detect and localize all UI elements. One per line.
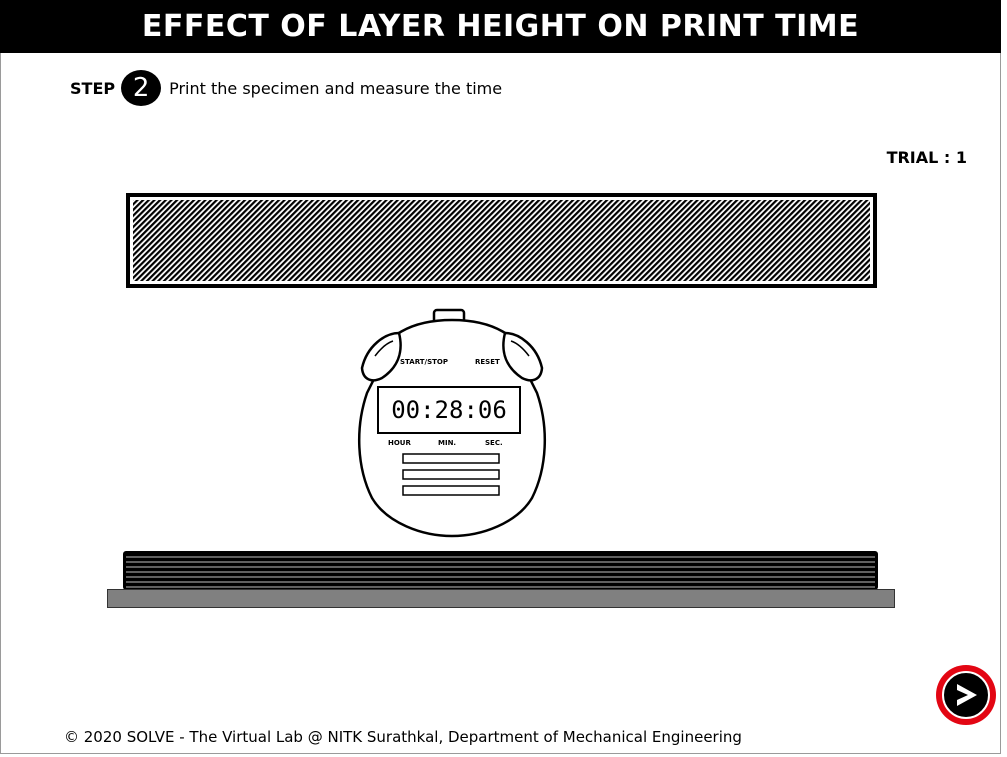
reset-label: RESET bbox=[475, 358, 500, 366]
next-button[interactable] bbox=[936, 665, 996, 725]
print-bed bbox=[107, 589, 895, 608]
trial-indicator: TRIAL : 1 bbox=[886, 148, 967, 167]
footer-copyright: © 2020 SOLVE - The Virtual Lab @ NITK Su… bbox=[64, 728, 742, 746]
printed-specimen bbox=[126, 193, 877, 288]
step-instruction: STEP 2 Print the specimen and measure th… bbox=[70, 70, 502, 106]
step-number-badge: 2 bbox=[121, 70, 162, 106]
step-text: Print the specimen and measure the time bbox=[169, 78, 503, 98]
hour-label: HOUR bbox=[388, 439, 411, 447]
page-title: EFFECT OF LAYER HEIGHT ON PRINT TIME bbox=[0, 0, 1001, 53]
start-stop-label: START/STOP bbox=[400, 358, 448, 366]
chevron-right-icon bbox=[957, 684, 977, 706]
min-label: MIN. bbox=[438, 439, 457, 447]
sec-label: SEC. bbox=[485, 439, 503, 447]
step-label: STEP bbox=[70, 78, 116, 98]
stopwatch-time-display: 00:28:06 bbox=[377, 386, 521, 434]
printed-layer-stack bbox=[123, 551, 878, 590]
